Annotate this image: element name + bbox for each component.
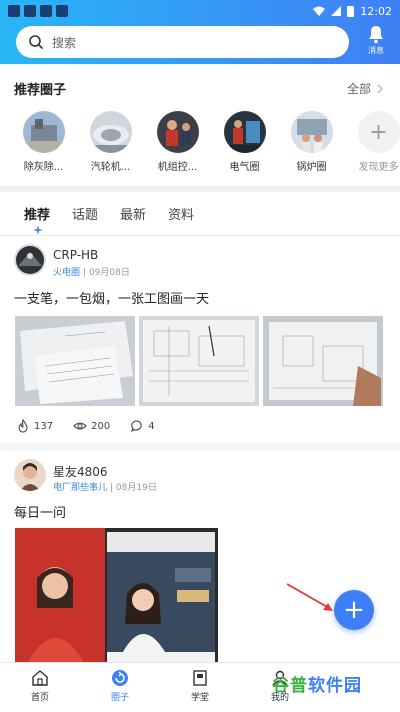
plus-icon: + (343, 595, 365, 625)
divider (0, 235, 400, 236)
circle-item-unit-control[interactable]: 机组控... (144, 111, 211, 173)
post-author[interactable]: 星友4806 (53, 463, 108, 480)
header: 搜索 消息 (0, 22, 400, 64)
signal-icon (331, 6, 342, 16)
book-icon (193, 670, 207, 686)
circle-avatar (290, 111, 333, 153)
post-date: | 09月08日 (83, 268, 130, 278)
bell-icon (369, 26, 383, 44)
nav-academy[interactable]: 学堂 (160, 663, 240, 712)
circle-list: 除灰除... 汽轮机... 机组控... 电气圈 锅炉圈 + 发现更多 (10, 111, 400, 173)
flame-icon (18, 419, 28, 433)
circle-label: 机组控... (157, 162, 198, 173)
tab-materials[interactable]: 资料 (168, 204, 194, 223)
post-author[interactable]: CRP-HB (53, 248, 98, 262)
post-image[interactable] (15, 316, 135, 406)
post-image[interactable] (139, 316, 259, 406)
view-all-link[interactable]: 全部 (347, 80, 384, 97)
views-stat: 200 (73, 419, 110, 433)
comment-button[interactable]: 4 (130, 419, 155, 433)
feed-tabs: 推荐 话题 最新 资料 (24, 204, 194, 223)
tab-recommended[interactable]: 推荐 (24, 204, 50, 223)
search-icon (29, 35, 43, 49)
tab-latest[interactable]: 最新 (120, 204, 146, 223)
messages-button[interactable]: 消息 (360, 24, 392, 60)
nav-circles[interactable]: 圈子 (80, 663, 160, 712)
nav-home[interactable]: 首页 (0, 663, 80, 712)
circle-avatar (89, 111, 132, 153)
refresh-circle-icon (112, 670, 128, 686)
post-images (15, 316, 383, 406)
post-group-link[interactable]: 火电圈 (53, 265, 80, 278)
post-stats: 137 200 4 (16, 419, 175, 433)
comment-icon (131, 420, 142, 433)
circle-item-electrical[interactable]: 电气圈 (211, 111, 278, 173)
circle-label: 发现更多 (358, 162, 399, 173)
search-placeholder: 搜索 (52, 35, 77, 50)
feed: 推荐 话题 最新 资料 CRP-HB 火电圈 | 09月08日 一支笔，一包烟，… (0, 192, 400, 662)
post-image[interactable] (15, 528, 218, 662)
app-notification-icon (8, 5, 20, 17)
create-post-button[interactable]: + (334, 590, 374, 630)
wifi-icon (313, 6, 326, 16)
view-all-label: 全部 (346, 82, 371, 96)
comment-count: 4 (148, 420, 155, 432)
circle-avatar (156, 111, 199, 153)
site-watermark: 谷普软件园 (272, 671, 362, 696)
image-notification-icon (40, 5, 52, 17)
annotation-arrow-icon (286, 583, 333, 611)
discover-more-button[interactable]: + 发现更多 (345, 111, 400, 173)
post-image[interactable] (263, 316, 383, 406)
messages-label: 消息 (368, 46, 384, 55)
circle-item-boiler[interactable]: 锅炉圈 (278, 111, 345, 173)
like-count: 137 (34, 420, 54, 432)
watermark-part2: 软件园 (308, 676, 362, 696)
watermark-part1: 谷普 (272, 676, 308, 696)
status-bar: 12:02 (0, 0, 400, 22)
circle-item-ash-removal[interactable]: 除灰除... (10, 111, 77, 173)
post-text: 一支笔，一包烟，一张工图画一天 (14, 292, 210, 307)
home-icon (32, 670, 48, 686)
nav-label: 首页 (30, 693, 49, 703)
circle-label: 汽轮机... (90, 162, 131, 173)
post-text: 每日一问 (14, 506, 67, 521)
tab-topics[interactable]: 话题 (72, 204, 98, 223)
circle-label: 除灰除... (23, 162, 64, 173)
eye-icon (73, 422, 87, 430)
status-time: 12:02 (360, 4, 392, 18)
circle-label: 锅炉圈 (296, 162, 327, 173)
divider (0, 443, 400, 451)
app-notification-icon (56, 5, 68, 17)
avatar[interactable] (14, 459, 46, 491)
post-group-link[interactable]: 电厂那些事儿 (53, 480, 107, 493)
app-notification-icon (24, 5, 36, 17)
plus-icon: + (357, 111, 400, 153)
like-button[interactable]: 137 (16, 419, 53, 433)
post-date: | 08月19日 (110, 483, 157, 493)
circle-avatar (223, 111, 266, 153)
active-tab-indicator-icon (33, 225, 43, 235)
view-count: 200 (91, 420, 111, 432)
battery-icon (347, 5, 355, 17)
circle-avatar (22, 111, 65, 153)
circle-item-turbine[interactable]: 汽轮机... (77, 111, 144, 173)
notification-icons (8, 5, 68, 17)
section-title: 推荐圈子 (14, 83, 67, 98)
nav-label: 圈子 (110, 693, 129, 703)
chevron-right-icon (377, 84, 383, 93)
avatar[interactable] (14, 244, 46, 276)
circle-label: 电气圈 (229, 162, 260, 173)
search-input[interactable]: 搜索 (16, 26, 349, 58)
recommended-circles-section: 推荐圈子 全部 除灰除... 汽轮机... 机组控... 电气圈 锅炉圈 + 发… (0, 64, 400, 186)
nav-label: 学堂 (190, 693, 209, 703)
